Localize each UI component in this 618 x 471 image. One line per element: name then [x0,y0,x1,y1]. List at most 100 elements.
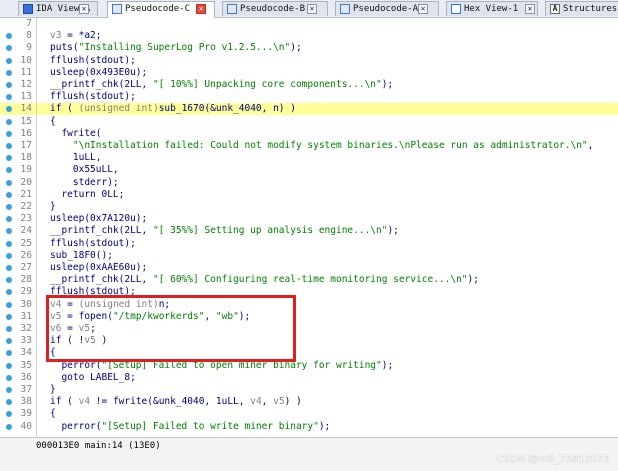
breakpoint-dot-icon[interactable] [6,350,12,357]
code-line[interactable]: 15 { [0,116,618,128]
breakpoint-dot-icon[interactable] [6,326,12,332]
code-line[interactable]: 11 usleep(0x493E0u); [0,67,618,79]
breakpoint-dot-icon[interactable] [6,191,12,198]
tab-pseudocode-b[interactable]: Pseudocode-B ✕ [222,1,328,16]
line-number: 8 [26,30,32,42]
breakpoint-dot-icon[interactable] [6,204,12,210]
code-text: usleep(0x493E0u); [50,66,148,78]
line-number: 34 [20,347,32,359]
breakpoint-dot-icon[interactable] [6,423,12,430]
code-line[interactable]: 12 __printf_chk(2LL, "[ 10%%] Unpacking c… [0,79,618,91]
code-line[interactable]: 38 if ( v4 != fwrite(&unk_4040, 1uLL, v4,… [0,396,618,408]
breakpoint-dot-icon[interactable] [6,216,12,223]
breakpoint-dot-icon[interactable] [6,374,12,381]
breakpoint-dot-icon[interactable] [6,301,12,308]
code-line[interactable]: 21 return 0LL; [0,189,618,201]
breakpoint-dot-icon[interactable] [6,228,12,235]
breakpoint-dot-icon[interactable] [6,45,12,52]
tab-hex-view-1[interactable]: Hex View-1 ✕ [446,1,538,16]
breakpoint-dot-icon[interactable] [6,399,12,406]
breakpoint-dot-icon[interactable] [6,33,12,40]
code-text: usleep(0x7A120u); [50,213,148,225]
code-line[interactable]: 16 fwrite( [0,128,618,140]
breakpoint-dot-icon[interactable] [6,387,12,393]
code-text: { [50,408,56,420]
code-line[interactable]: 13 fflush(stdout); [0,91,618,103]
code-text: 0x55uLL, [50,164,119,176]
code-line[interactable]: 39 { [0,408,618,420]
code-line[interactable]: 19 0x55uLL, [0,164,618,176]
close-icon[interactable]: ✕ [79,4,89,14]
breakpoint-dot-icon[interactable] [6,179,12,186]
breakpoint-dot-icon[interactable] [6,277,12,284]
close-icon[interactable]: ✕ [525,4,535,14]
code-line[interactable]: 14 if ( (unsigned int)sub_1670(&unk_4040,… [0,103,618,116]
line-number: 15 [20,115,32,127]
code-line[interactable]: 17 "\nInstallation failed: Could not mod… [0,140,618,152]
code-line[interactable]: 8 v3 = *a2; [0,30,618,42]
code-line[interactable]: 10 fflush(stdout); [0,55,618,67]
pseudocode-view[interactable]: 7 8 v3 = *a2; 9 puts("Installing SuperLog Pr… [0,18,618,437]
code-line[interactable]: 23 usleep(0x7A120u); [0,213,618,225]
breakpoint-dot-icon[interactable] [6,252,12,259]
breakpoint-dot-icon[interactable] [6,240,12,247]
code-line[interactable]: 9 puts("Installing SuperLog Pro v1.2.5...… [0,42,618,54]
tab-structures[interactable]: A Structures [545,1,618,16]
breakpoint-dot-icon[interactable] [6,313,12,320]
line-number: 37 [20,384,32,395]
code-text: 1uLL, [50,152,102,164]
line-number: 36 [20,371,32,383]
breakpoint-dot-icon[interactable] [6,82,12,88]
breakpoint-dot-icon[interactable] [6,411,12,418]
code-line[interactable]: 37} [0,384,618,396]
code-line[interactable]: 36 goto LABEL_8; [0,372,618,384]
line-number: 17 [20,140,32,151]
tab-label: Structures [563,4,618,14]
code-line[interactable]: 27 usleep(0xAAE60u); [0,262,618,274]
code-line[interactable]: 20 stderr); [0,177,618,189]
breakpoint-dot-icon[interactable] [6,338,12,345]
tab-ida-view-a[interactable]: IDA View-A ✕ [18,1,98,16]
code-text: if ( v4 != fwrite(&unk_4040, 1uLL, v4, v… [50,396,302,408]
code-text: { [50,115,56,127]
breakpoint-dot-icon[interactable] [6,362,12,369]
breakpoint-dot-icon[interactable] [6,69,12,76]
code-line[interactable]: 25 fflush(stdout); [0,238,618,250]
code-text: } [50,384,56,395]
breakpoint-dot-icon[interactable] [6,289,12,296]
code-line[interactable]: 18 1uLL, [0,152,618,164]
line-number: 40 [20,420,32,432]
code-line[interactable]: 28 __printf_chk(2LL, "[ 60%%] Configuring… [0,274,618,286]
breakpoint-dot-icon[interactable] [6,130,12,137]
close-icon[interactable]: ✕ [418,4,428,14]
close-icon[interactable]: ✕ [196,4,206,14]
code-line[interactable]: 7 [0,18,618,30]
tab-label: Pseudocode-A [353,4,419,14]
tab-label: Hex View-1 [464,4,519,14]
breakpoint-dot-icon[interactable] [6,118,12,125]
breakpoint-dot-icon[interactable] [6,155,12,162]
code-line[interactable]: 40 perror("[Setup] Failed to write miner… [0,421,618,433]
breakpoint-dot-icon[interactable] [6,94,12,101]
pseudocode-icon [340,4,350,14]
line-number: 22 [20,201,32,212]
code-text: goto LABEL_8; [50,371,136,383]
code-text: puts("Installing SuperLog Pro v1.2.5...\… [50,42,302,54]
close-icon[interactable]: ✕ [307,4,317,14]
code-line[interactable]: 26 sub_18F0(); [0,250,618,262]
code-text: return 0LL; [50,188,125,200]
code-text: __printf_chk(2LL, "[ 35%%] Setting up an… [50,225,399,237]
tab-pseudocode-c[interactable]: Pseudocode-C ✕ [107,1,215,18]
code-line[interactable]: 22} [0,201,618,213]
breakpoint-dot-icon[interactable] [6,106,12,113]
tab-pseudocode-a[interactable]: Pseudocode-A ✕ [335,1,439,16]
breakpoint-dot-icon[interactable] [6,167,12,174]
breakpoint-dot-icon[interactable] [6,57,12,64]
breakpoint-dot-icon[interactable] [6,143,12,149]
breakpoint-dot-icon[interactable] [6,265,12,271]
code-line[interactable]: 24 __printf_chk(2LL, "[ 35%%] Setting up … [0,225,618,237]
code-text: fflush(stdout); [50,54,136,66]
code-text: stderr); [50,176,119,188]
line-number: 38 [20,396,32,408]
line-number: 26 [20,249,32,261]
